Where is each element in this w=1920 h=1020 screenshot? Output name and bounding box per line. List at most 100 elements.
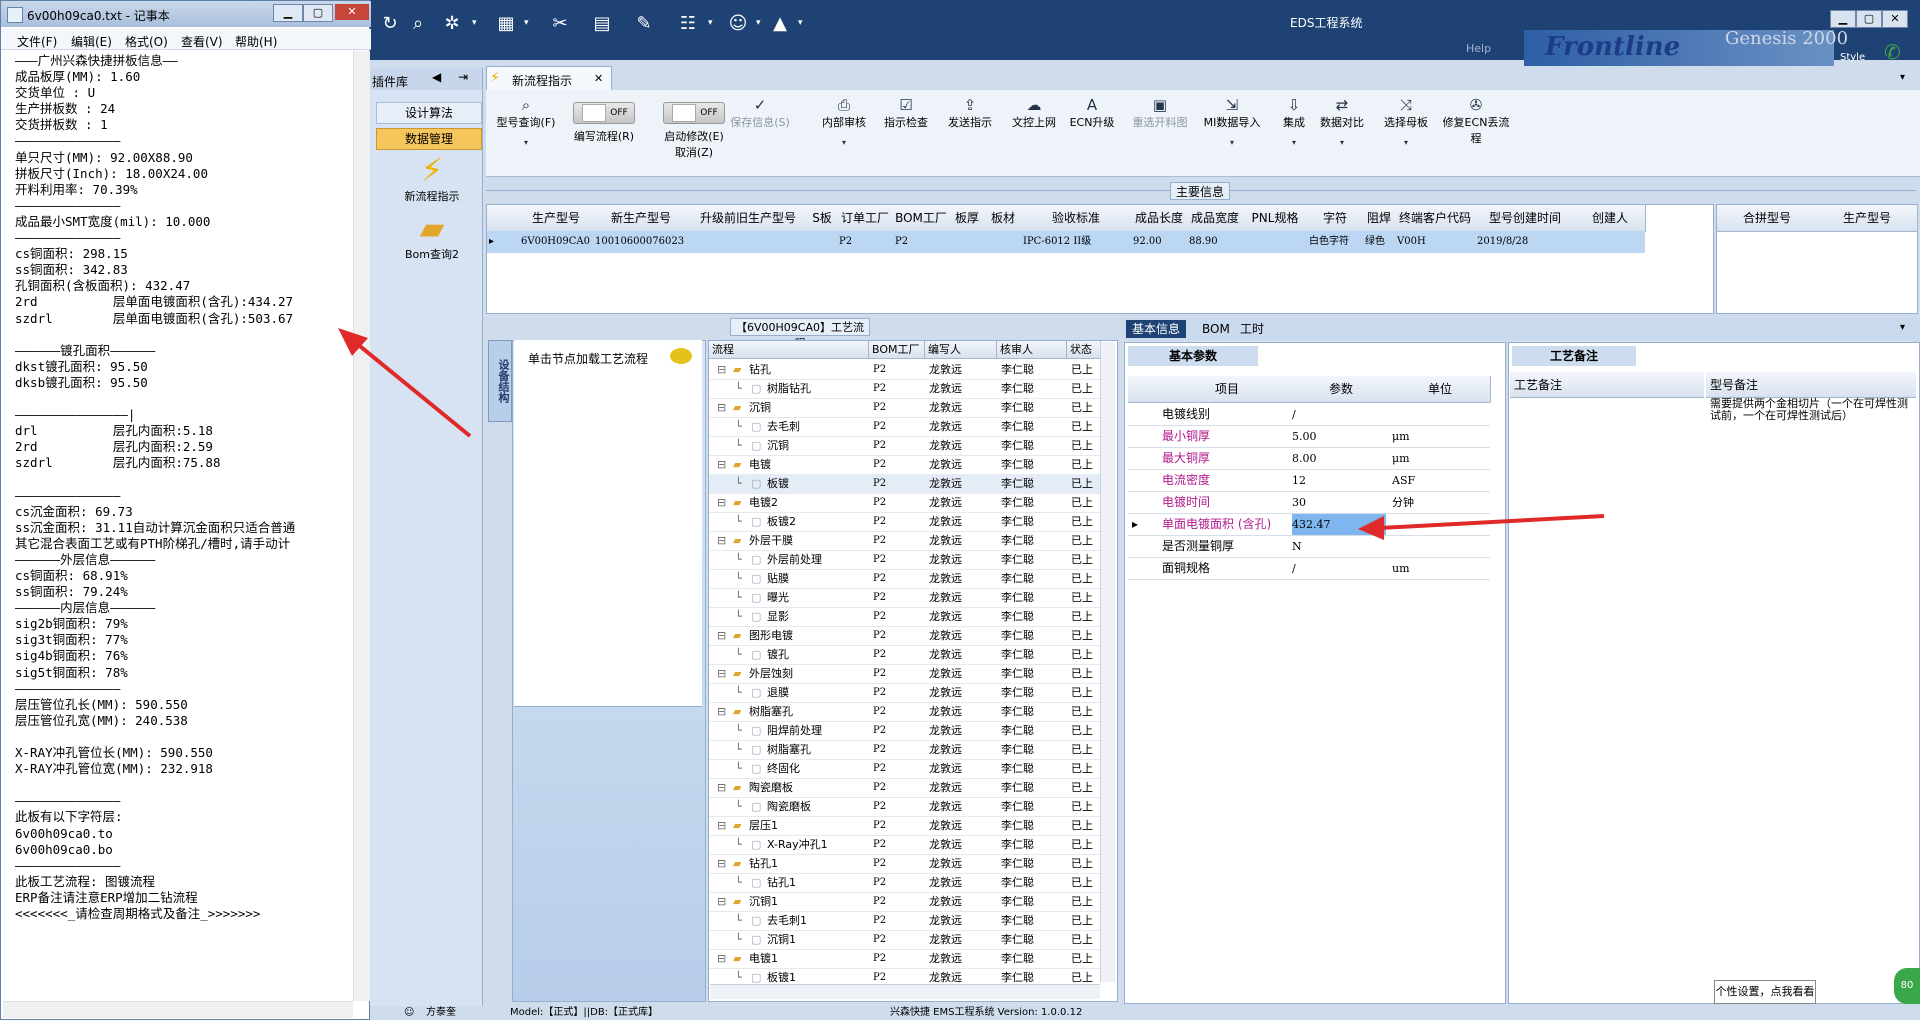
tree-row[interactable]: ⊟ ▰ 陶瓷磨板 P2 龙敦远 李仁聪 已上 (709, 778, 1101, 798)
param-value[interactable]: / (1292, 558, 1386, 579)
chart-icon[interactable]: ▲ (768, 12, 792, 36)
refresh-icon[interactable]: ↻ (378, 12, 402, 36)
notepad-close-button[interactable]: ✕ (335, 4, 369, 20)
notepad-horizontal-scrollbar[interactable] (3, 1001, 353, 1018)
table-cell[interactable]: 6V00H09CA0 (519, 231, 593, 253)
model-note-text[interactable]: 需要提供两个金相切片（一个在可焊性测试前，一个在可焊性测试后） (1710, 398, 1914, 422)
tree-row[interactable]: ⊟ ▰ 电镀 P2 龙敦远 李仁聪 已上 (709, 455, 1101, 475)
param-row[interactable]: 电流密度 12 ASF (1128, 470, 1490, 492)
column-header[interactable]: 单位 (1390, 376, 1491, 403)
nav-tool-bom-query[interactable]: ▰ Bom查询2 (382, 210, 482, 262)
column-header[interactable]: 字符 (1307, 205, 1364, 232)
chevron-down-icon[interactable]: ▾ (524, 18, 532, 28)
param-value[interactable]: 30 (1292, 492, 1386, 513)
tree-row[interactable]: └ ▢ 终固化 P2 龙敦远 李仁聪 已上 (709, 759, 1101, 779)
tree-row[interactable]: └ ▢ X-Ray冲孔1 P2 龙敦远 李仁聪 已上 (709, 835, 1101, 855)
column-header[interactable]: 核审人 (997, 341, 1067, 359)
chevron-down-icon[interactable]: ▾ (1900, 322, 1905, 333)
column-header[interactable]: BOM工厂 (893, 205, 950, 232)
menu-file[interactable]: 文件(F) (17, 33, 57, 50)
table-cell[interactable]: P2 (893, 231, 949, 253)
table-cell[interactable] (949, 231, 985, 253)
collapse-toggle-icon[interactable]: ⊟ (717, 778, 726, 797)
collapse-toggle-icon[interactable]: ⊟ (717, 626, 726, 645)
collapse-toggle-icon[interactable]: ⊟ (717, 892, 726, 911)
table-cell[interactable] (985, 231, 1021, 253)
table-cell[interactable] (1575, 231, 1645, 253)
column-header[interactable]: 终端客户代码 (1395, 205, 1476, 232)
tree-row[interactable]: └ ▢ 阻焊前处理 P2 龙敦远 李仁聪 已上 (709, 721, 1101, 741)
param-row[interactable]: ▸ 单面电镀面积 (含孔) 432.47 (1128, 514, 1490, 536)
tree-row[interactable]: └ ▢ 树脂钻孔 P2 龙敦远 李仁聪 已上 (709, 379, 1101, 399)
tree-row[interactable]: └ ▢ 去毛刺 P2 龙敦远 李仁聪 已上 (709, 417, 1101, 437)
tab-work-hours[interactable]: 工时 (1234, 320, 1270, 338)
menu-format[interactable]: 格式(O) (125, 33, 168, 50)
param-value[interactable]: N (1292, 536, 1386, 557)
column-header[interactable]: 生产型号 (519, 205, 594, 232)
column-header[interactable]: 订单工厂 (837, 205, 894, 232)
tree-row[interactable]: └ ▢ 去毛刺1 P2 龙敦远 李仁聪 已上 (709, 911, 1101, 931)
tree-row[interactable]: ⊟ ▰ 沉铜 P2 龙敦远 李仁聪 已上 (709, 398, 1101, 418)
table-cell[interactable]: IPC-6012 II级 (1021, 231, 1131, 253)
param-row[interactable]: 电镀线别 / (1128, 404, 1490, 426)
menu-help[interactable]: 帮助(H) (235, 33, 277, 50)
personalize-tooltip[interactable]: 个性设置，点我看看 (1714, 980, 1816, 1004)
column-header[interactable]: 验收标准 (1021, 205, 1132, 232)
ribbon-button[interactable]: ⇪ 发送指示 (934, 96, 1006, 130)
chevron-down-icon[interactable]: ▾ (1900, 72, 1905, 83)
column-header[interactable]: 创建人 (1575, 205, 1646, 232)
collapse-toggle-icon[interactable]: ⊟ (717, 854, 726, 873)
notepad-text-area[interactable]: ———广州兴森快捷拼板信息—— 成品板厚(MM): 1.60 交货单位 : U 生产拼… (15, 53, 355, 997)
column-header[interactable]: 参数 (1292, 376, 1391, 403)
column-header[interactable]: 成品宽度 (1187, 205, 1244, 232)
scissors-icon[interactable]: ✂ (548, 12, 572, 36)
column-header[interactable]: 合拼型号 (1717, 205, 1818, 232)
collapse-toggle-icon[interactable]: ⊟ (717, 664, 726, 683)
tree-row[interactable]: └ ▢ 曝光 P2 龙敦远 李仁聪 已上 (709, 588, 1101, 608)
tree-row[interactable]: └ ▢ 树脂塞孔 P2 龙敦远 李仁聪 已上 (709, 740, 1101, 760)
collapse-toggle-icon[interactable]: ⊟ (717, 398, 726, 417)
param-row[interactable]: 最大铜厚 8.00 μm (1128, 448, 1490, 470)
column-header[interactable]: 新生产型号 (593, 205, 690, 232)
tree-row[interactable]: └ ▢ 镀孔 P2 龙敦远 李仁聪 已上 (709, 645, 1101, 665)
tree-vertical-scrollbar[interactable] (1100, 342, 1115, 982)
tree-row[interactable]: ⊟ ▰ 电镀2 P2 龙敦远 李仁聪 已上 (709, 493, 1101, 513)
chevron-down-icon[interactable]: ▾ (472, 18, 480, 28)
collapse-left-icon[interactable]: ◀ (432, 70, 441, 84)
maximize-button[interactable]: ▢ (1856, 10, 1882, 28)
pin-icon[interactable]: ⇥ (458, 70, 468, 84)
column-header[interactable]: S板 (807, 205, 838, 232)
table-icon[interactable]: ☷ (676, 12, 700, 36)
param-row[interactable]: 是否测量铜厚 N (1128, 536, 1490, 558)
tree-row[interactable]: └ ▢ 贴膜 P2 龙敦远 李仁聪 已上 (709, 569, 1101, 589)
ribbon-button[interactable]: ⇄ 数据对比 ▾ (1306, 96, 1378, 147)
table-cell[interactable]: 2019/8/28 (1475, 231, 1575, 253)
phone-icon[interactable]: ✆ (1884, 40, 1901, 64)
nav-tool-new-process[interactable]: ⚡ 新流程指示 (382, 152, 482, 204)
column-header[interactable]: PNL规格 (1243, 205, 1308, 232)
column-header[interactable]: 编写人 (925, 341, 997, 359)
toggle-switch[interactable]: OFF (573, 102, 635, 124)
tree-row[interactable]: ⊟ ▰ 电镀1 P2 龙敦远 李仁聪 已上 (709, 949, 1101, 969)
tree-row[interactable]: └ ▢ 陶瓷磨板 P2 龙敦远 李仁聪 已上 (709, 797, 1101, 817)
table-cell[interactable]: 88.90 (1187, 231, 1243, 253)
table-cell[interactable] (1243, 231, 1307, 253)
row-indicator[interactable]: ▸ (487, 231, 519, 253)
user-icon[interactable]: ☺ (726, 12, 750, 36)
column-header[interactable]: 升级前旧生产型号 (689, 205, 808, 232)
tree-row[interactable]: └ ▢ 板镀2 P2 龙敦远 李仁聪 已上 (709, 512, 1101, 532)
tree-row[interactable]: ⊟ ▰ 树脂塞孔 P2 龙敦远 李仁聪 已上 (709, 702, 1101, 722)
chevron-down-icon[interactable]: ▾ (1370, 138, 1442, 147)
notepad-maximize-button[interactable]: ▢ (303, 4, 333, 22)
table-cell[interactable]: V00H (1395, 231, 1475, 253)
column-header[interactable]: 项目 (1162, 376, 1293, 403)
column-header[interactable]: 流程 (709, 341, 869, 359)
tree-row[interactable]: ⊟ ▰ 钻孔 P2 龙敦远 李仁聪 已上 (709, 360, 1101, 380)
ribbon-button[interactable]: ☑ 指示检查 (870, 96, 942, 130)
ribbon-button[interactable]: ⌕ 型号查询(F) ▾ (490, 96, 562, 147)
minimize-button[interactable]: ▁ (1830, 10, 1856, 28)
nav-item-data-management[interactable]: 数据管理 (376, 128, 482, 150)
collapse-toggle-icon[interactable]: ⊟ (717, 949, 726, 968)
tab-basic-info[interactable]: 基本信息 (1126, 320, 1187, 338)
column-header[interactable]: BOM工厂 (869, 341, 925, 359)
